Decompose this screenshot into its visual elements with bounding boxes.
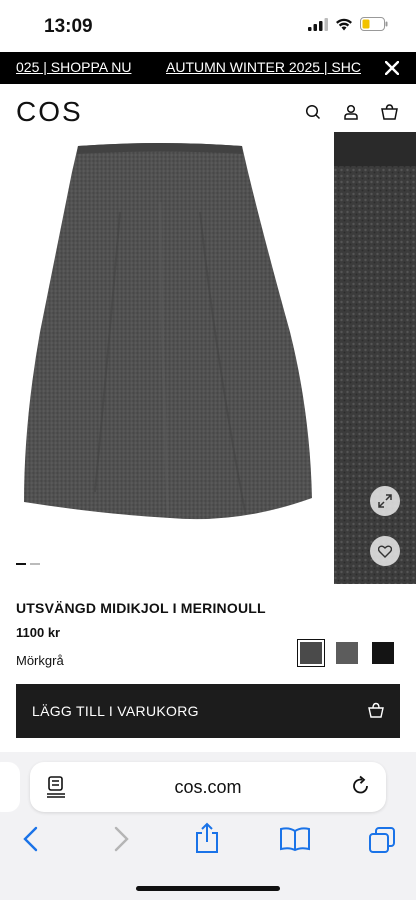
bag-icon[interactable] (381, 104, 398, 120)
account-icon[interactable] (343, 104, 359, 120)
product-image-1[interactable] (0, 132, 330, 584)
fabric-closeup-image (334, 132, 416, 584)
browser-chrome: cos.com (0, 752, 416, 900)
expand-button[interactable] (370, 486, 400, 516)
previous-tab-peek[interactable] (0, 762, 20, 812)
home-indicator (136, 886, 280, 891)
signal-icon (308, 17, 328, 31)
wishlist-button[interactable] (370, 536, 400, 566)
status-icons (308, 17, 388, 31)
product-color-name: Mörkgrå (16, 653, 64, 668)
product-name: UTSVÄNGD MIDIKJOL I MERINOULL (16, 600, 266, 616)
swatch-dark-grey[interactable] (297, 639, 325, 667)
heart-icon (378, 545, 392, 558)
bookmarks-icon[interactable] (279, 826, 311, 852)
back-icon[interactable] (22, 826, 40, 852)
swatch-grey[interactable] (336, 642, 358, 664)
battery-icon (360, 17, 388, 31)
url-text[interactable]: cos.com (30, 777, 386, 798)
share-icon[interactable] (194, 822, 220, 854)
browser-toolbar (0, 822, 416, 862)
promo-banner[interactable]: 025 | SHOPPA NU AUTUMN WINTER 2025 | SHC (0, 52, 416, 84)
product-price: 1100 kr (16, 625, 61, 640)
wifi-icon (336, 18, 352, 30)
color-swatches (297, 639, 394, 667)
swatch-black[interactable] (372, 642, 394, 664)
reload-icon[interactable] (350, 775, 372, 797)
slide-indicator (16, 563, 40, 565)
expand-icon (378, 494, 392, 508)
status-time: 13:09 (44, 16, 93, 37)
tabs-icon[interactable] (368, 826, 396, 854)
address-bar[interactable]: cos.com (30, 762, 386, 812)
close-icon (385, 61, 399, 75)
promo-link-left[interactable]: 025 | SHOPPA NU (16, 59, 131, 75)
slide-dot[interactable] (30, 563, 40, 565)
header-icons (305, 104, 398, 120)
slide-dot-active[interactable] (16, 563, 26, 565)
promo-close-button[interactable] (376, 52, 408, 84)
forward-icon[interactable] (112, 826, 130, 852)
product-image-2[interactable] (334, 132, 416, 584)
cos-logo[interactable]: COS (16, 96, 83, 128)
search-icon[interactable] (305, 104, 321, 120)
product-gallery[interactable] (0, 132, 416, 584)
skirt-image (24, 143, 312, 520)
status-bar: 13:09 (0, 0, 416, 52)
add-to-cart-button[interactable]: LÄGG TILL I VARUKORG (16, 684, 400, 738)
add-to-cart-label: LÄGG TILL I VARUKORG (32, 703, 199, 719)
add-bag-icon (368, 702, 384, 718)
promo-link-right[interactable]: AUTUMN WINTER 2025 | SHC (166, 59, 361, 75)
